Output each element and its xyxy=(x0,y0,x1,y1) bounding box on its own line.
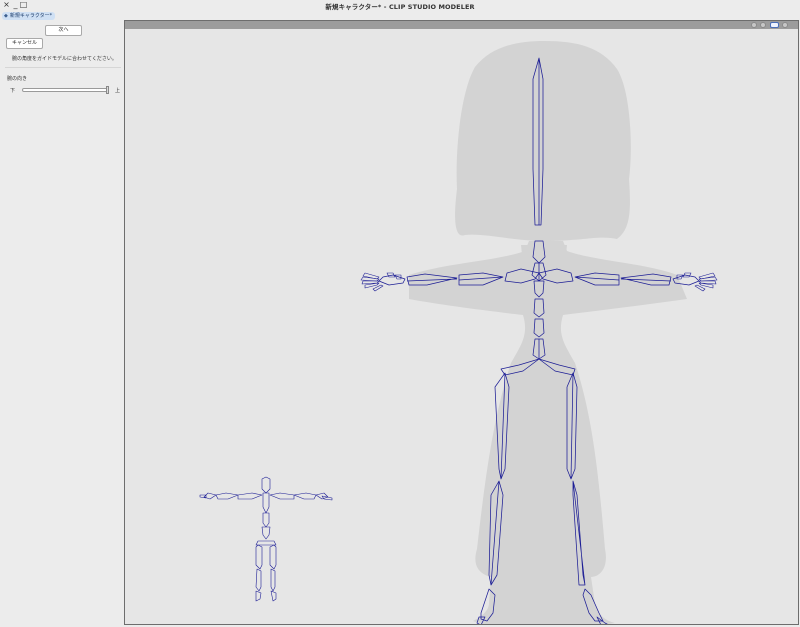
instruction-text: 腕の角度をガイドモデルに合わせてください。 xyxy=(12,56,117,62)
slider-max-label: 上 xyxy=(115,88,121,94)
preview-leg-right-bone xyxy=(269,544,277,602)
document-tab-label: 新規キャラクター* xyxy=(9,13,53,19)
guide-body xyxy=(409,241,687,624)
slider-min-label: 下 xyxy=(10,88,16,94)
expand-icon[interactable] xyxy=(782,22,788,28)
camera-icon[interactable] xyxy=(760,22,766,28)
preview-hip-bone xyxy=(255,540,277,546)
next-button[interactable]: 次へ xyxy=(45,25,82,36)
preview-head-bone xyxy=(261,476,271,494)
arm-direction-label: 腕の向き xyxy=(7,76,28,82)
window-titlebar: × _ □ 新規キャラクター* - CLIP STUDIO MODELER xyxy=(0,0,800,11)
arm-direction-slider[interactable] xyxy=(22,88,108,92)
viewport-header xyxy=(125,21,798,29)
preview-spine-bone xyxy=(261,492,271,540)
slider-thumb[interactable] xyxy=(106,86,109,94)
character-icon: ◆ xyxy=(4,13,8,19)
viewport-canvas[interactable] xyxy=(125,29,798,625)
cancel-button[interactable]: キャンセル xyxy=(6,38,43,49)
preview-arm-left-bone xyxy=(215,492,263,500)
preview-hand-left-bone xyxy=(199,492,217,500)
tool-panel: 次へ キャンセル 腕の角度をガイドモデルに合わせてください。 腕の向き 下 上 xyxy=(0,20,124,625)
guide-model-silhouette xyxy=(409,41,687,624)
3d-viewport[interactable] xyxy=(124,20,799,625)
document-tab[interactable]: ◆ 新規キャラクター* xyxy=(2,12,56,20)
preview-hand-right-bone xyxy=(315,492,333,501)
window-title: 新規キャラクター* - CLIP STUDIO MODELER xyxy=(325,3,475,11)
view-mode-icon[interactable] xyxy=(751,22,757,28)
character-skeleton-preview xyxy=(199,476,333,602)
preview-arm-right-bone xyxy=(269,492,317,500)
divider xyxy=(5,67,121,68)
document-tabbar: ◆ 新規キャラクター* xyxy=(0,11,125,20)
settings-icon[interactable] xyxy=(770,22,779,28)
preview-leg-left-bone xyxy=(255,544,263,602)
